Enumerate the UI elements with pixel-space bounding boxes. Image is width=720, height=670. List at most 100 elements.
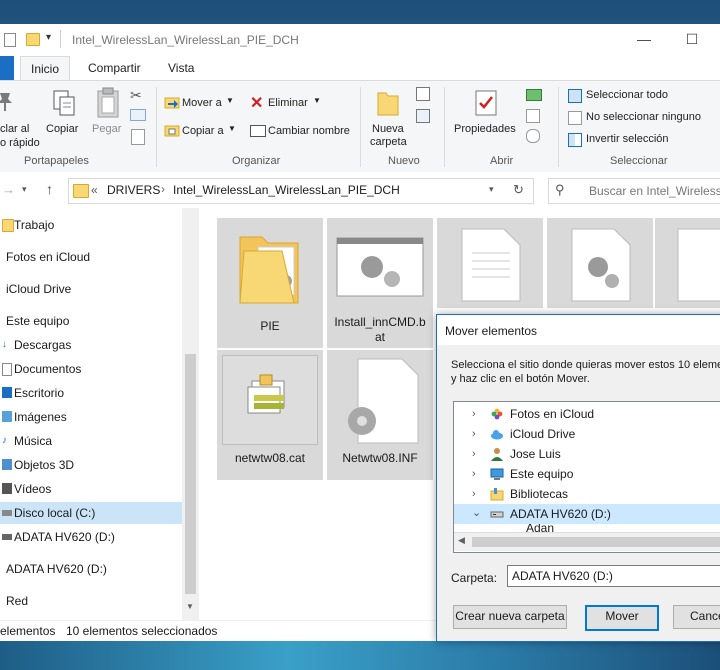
nav-item-descargas[interactable]: ↓ Descargas (0, 334, 182, 356)
new-folder-icon[interactable] (26, 33, 40, 46)
address-dropdown-icon[interactable]: ▾ (489, 184, 494, 195)
copy-to-button[interactable]: Copiar a (182, 125, 224, 137)
nav-item-musica[interactable]: ♪ Música (0, 430, 182, 452)
recent-dropdown-icon[interactable]: ▾ (22, 184, 27, 195)
scroll-down-icon[interactable]: ▼ (186, 602, 194, 611)
refresh-icon[interactable]: ↻ (513, 182, 524, 198)
pin-quick-access-label-2[interactable]: o rápido (0, 137, 40, 149)
breadcrumb-overflow[interactable]: « (91, 183, 98, 197)
rename-button[interactable]: Cambiar nombre (268, 125, 350, 137)
tree-horizontal-scrollbar[interactable]: ◀ (454, 532, 720, 551)
paste-button[interactable]: Pegar (92, 123, 121, 135)
nav-item-videos[interactable]: Vídeos (0, 478, 182, 500)
expand-icon[interactable]: › (472, 464, 476, 484)
cut-icon[interactable]: ✂ (130, 87, 142, 104)
breadcrumb-drivers[interactable]: DRIVERS (107, 183, 160, 197)
invert-selection-icon[interactable] (568, 133, 582, 147)
easy-access-icon[interactable] (416, 109, 430, 123)
select-none-icon[interactable] (568, 111, 582, 125)
scroll-left-icon[interactable]: ◀ (458, 535, 465, 546)
customize-toolbar-icon[interactable]: ▾ (46, 32, 51, 43)
tab-archivo[interactable]: o (0, 56, 14, 80)
tree-item-fotos-icloud[interactable]: › Fotos en iCloud (454, 404, 720, 424)
select-all-button[interactable]: Seleccionar todo (586, 89, 668, 101)
nav-scrollbar[interactable]: ▼ (182, 208, 199, 620)
collapse-icon[interactable]: ⌄ (472, 503, 481, 523)
move-to-button[interactable]: Mover a (182, 97, 222, 109)
delete-dropdown-icon[interactable]: ▼ (313, 96, 321, 105)
nav-scrollbar-thumb[interactable] (185, 354, 196, 594)
minimize-button[interactable]: — (624, 28, 664, 52)
copy-to-icon[interactable] (164, 123, 180, 140)
file-tile-install-cmd[interactable]: Install_innCMD.b at (327, 218, 433, 348)
nav-item-fotos-icloud[interactable]: Fotos en iCloud (0, 246, 182, 268)
move-to-icon[interactable] (164, 95, 180, 112)
tree-item-bibliotecas[interactable]: › Bibliotecas (454, 484, 720, 504)
nav-item-documentos[interactable]: Documentos (0, 358, 182, 380)
properties-big-icon[interactable] (474, 89, 498, 120)
tab-inicio[interactable]: Inicio (20, 56, 71, 81)
nav-item-trabajo[interactable]: Trabajo (0, 214, 182, 236)
pin-quick-access-label[interactable]: clar al (0, 123, 29, 135)
delete-button[interactable]: Eliminar (268, 97, 308, 109)
tab-vista[interactable]: Vista (158, 56, 204, 80)
properties-icon[interactable] (4, 33, 16, 47)
tree-scrollbar-thumb[interactable] (472, 537, 720, 547)
new-folder-label-2[interactable]: carpeta (370, 136, 407, 148)
tab-compartir[interactable]: Compartir (78, 56, 151, 80)
move-button[interactable]: Mover (585, 605, 659, 631)
file-tile-config[interactable] (547, 218, 653, 308)
expand-icon[interactable]: › (472, 424, 476, 444)
cancel-button[interactable]: Cancelar (673, 605, 720, 629)
file-tile-partial[interactable] (655, 218, 720, 308)
select-none-button[interactable]: No seleccionar ninguno (586, 111, 701, 123)
file-tile-pie[interactable]: PIE (217, 218, 323, 348)
tree-item-icloud-drive[interactable]: › iCloud Drive (454, 424, 720, 444)
paste-shortcut-icon[interactable] (131, 129, 145, 145)
maximize-button[interactable]: ☐ (672, 28, 712, 52)
breadcrumb-current[interactable]: Intel_WirelessLan_WirelessLan_PIE_DCH (173, 183, 400, 197)
copy-icon[interactable] (52, 89, 76, 122)
history-icon[interactable] (526, 129, 540, 143)
nav-item-objetos-3d[interactable]: Objetos 3D (0, 454, 182, 476)
open-icon[interactable] (526, 89, 542, 101)
nav-item-escritorio[interactable]: Escritorio (0, 382, 182, 404)
forward-icon[interactable]: → (2, 182, 15, 197)
expand-icon[interactable]: › (472, 444, 476, 464)
folder-field[interactable]: ADATA HV620 (D:) (507, 565, 720, 587)
nav-item-icloud-drive[interactable]: iCloud Drive (0, 278, 182, 300)
select-all-icon[interactable] (568, 89, 582, 103)
file-tile-netwtw08-inf[interactable]: Netwtw08.INF (327, 350, 433, 480)
tree-item-este-equipo[interactable]: › Este equipo (454, 464, 720, 484)
search-box[interactable]: ⚲ Buscar en Intel_WirelessL (548, 178, 720, 204)
copy-button[interactable]: Copiar (46, 123, 78, 135)
search-input[interactable]: Buscar en Intel_WirelessL (589, 184, 720, 198)
invert-selection-button[interactable]: Invertir selección (586, 133, 669, 145)
new-item-icon[interactable] (416, 87, 430, 101)
file-tile-netwtw08-cat[interactable]: netwtw08.cat (217, 350, 323, 480)
tree-item-adan[interactable]: Adan (454, 524, 720, 532)
edit-icon[interactable] (526, 109, 540, 123)
nav-item-adata[interactable]: ADATA HV620 (D:) (0, 526, 182, 548)
tree-item-jose-luis[interactable]: › Jose Luis (454, 444, 720, 464)
delete-icon[interactable]: ✕ (250, 93, 263, 113)
properties-button[interactable]: Propiedades (454, 123, 516, 135)
nav-item-imagenes[interactable]: Imágenes (0, 406, 182, 428)
copy-to-dropdown-icon[interactable]: ▼ (228, 124, 236, 133)
nav-item-adata-root[interactable]: ADATA HV620 (D:) (0, 558, 182, 580)
new-folder-label[interactable]: Nueva (372, 123, 404, 135)
file-tile-document[interactable] (437, 218, 543, 308)
move-to-dropdown-icon[interactable]: ▼ (226, 96, 234, 105)
new-folder-button[interactable]: Crear nueva carpeta (453, 605, 567, 629)
nav-item-este-equipo[interactable]: Este equipo (0, 310, 182, 332)
copy-path-icon[interactable] (130, 109, 146, 121)
folder-tree[interactable]: › Fotos en iCloud › iCloud Drive › Jose … (453, 401, 720, 553)
tree-item-adata[interactable]: ⌄ ADATA HV620 (D:) (454, 504, 720, 524)
rename-icon[interactable] (250, 125, 266, 137)
nav-item-disco-local[interactable]: Disco local (C:) (0, 502, 182, 524)
expand-icon[interactable]: › (472, 484, 476, 504)
expand-icon[interactable]: › (472, 404, 476, 424)
address-bar[interactable]: « DRIVERS › Intel_WirelessLan_WirelessLa… (68, 178, 534, 204)
pin-icon[interactable] (0, 89, 16, 116)
nav-item-red[interactable]: Red (0, 590, 182, 612)
